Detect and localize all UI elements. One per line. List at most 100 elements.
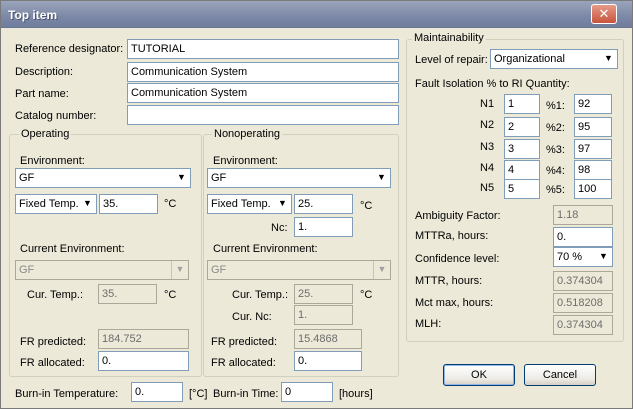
operating-group-title: Operating — [19, 128, 72, 141]
ambiguity-factor-label: Ambiguity Factor: — [415, 210, 501, 222]
operating-temp-mode-select[interactable]: Fixed Temp. ▼ — [15, 194, 97, 214]
n5-label: N5 — [480, 182, 495, 194]
n5-field[interactable]: 5 — [504, 179, 540, 199]
part-name-field[interactable]: Communication System — [127, 83, 399, 103]
nonoperating-fr-predicted-label: FR predicted: — [211, 336, 278, 348]
nonoperating-environment-select[interactable]: GF ▼ — [207, 168, 391, 188]
n3-field[interactable]: 3 — [504, 139, 540, 159]
reference-designator-field[interactable]: TUTORIAL — [127, 39, 399, 59]
level-of-repair-label: Level of repair: — [415, 54, 488, 66]
burnin-temperature-field[interactable]: 0. — [131, 382, 183, 402]
operating-temp-field[interactable]: 35. — [99, 194, 158, 214]
nonoperating-nc-label: Nc: — [271, 222, 288, 234]
cancel-button[interactable]: Cancel — [524, 364, 596, 386]
pct3-field[interactable]: 97 — [574, 139, 612, 159]
n1-label: N1 — [480, 98, 495, 110]
operating-current-environment-label: Current Environment: — [20, 243, 125, 255]
burnin-time-field[interactable]: 0 — [281, 382, 333, 402]
pct5-field[interactable]: 100 — [574, 179, 612, 199]
nonoperating-cur-temp-field: 25. — [294, 284, 353, 304]
confidence-level-select[interactable]: 70 % ▼ — [553, 247, 613, 267]
part-name-label: Part name: — [15, 88, 69, 100]
operating-environment-value: GF — [19, 172, 35, 184]
nonoperating-group-title: Nonoperating — [212, 128, 283, 141]
mct-max-label: Mct max, hours: — [415, 297, 494, 309]
chevron-down-icon: ▼ — [83, 198, 92, 208]
nonoperating-environment-value: GF — [211, 172, 227, 184]
chevron-down-icon: ▼ — [278, 198, 287, 208]
maintainability-group-title: Maintainability — [412, 32, 486, 45]
close-button[interactable]: ✕ — [591, 4, 617, 24]
ok-button[interactable]: OK — [443, 364, 515, 386]
pct1-label: %1: — [546, 100, 565, 112]
burnin-temperature-unit: [°C] — [189, 388, 208, 400]
mct-max-field: 0.518208 — [553, 293, 613, 313]
nonoperating-fr-predicted-field: 15.4868 — [294, 329, 362, 349]
mlh-field: 0.374304 — [553, 315, 613, 335]
nonoperating-current-environment-value: GF — [211, 264, 227, 276]
nonoperating-fr-allocated-field[interactable]: 0. — [294, 351, 362, 371]
nonoperating-temp-mode-value: Fixed Temp. — [211, 198, 271, 210]
pct1-field[interactable]: 92 — [574, 94, 612, 114]
pct4-field[interactable]: 98 — [574, 160, 612, 180]
nonoperating-current-environment-select: GF ▼ — [207, 260, 391, 280]
level-of-repair-select[interactable]: Organizational ▼ — [490, 49, 618, 69]
chevron-down-icon: ▼ — [377, 172, 386, 182]
chevron-down-icon: ▼ — [604, 53, 613, 63]
pct5-label: %5: — [546, 184, 565, 196]
nonoperating-temp-mode-select[interactable]: Fixed Temp. ▼ — [207, 194, 292, 214]
burnin-time-label: Burn-in Time: — [213, 388, 279, 400]
operating-temp-mode-value: Fixed Temp. — [19, 198, 79, 210]
confidence-level-value: 70 % — [557, 251, 583, 263]
nonoperating-fr-allocated-label: FR allocated: — [211, 357, 276, 369]
pct3-label: %3: — [546, 144, 565, 156]
operating-temp-unit: °C — [164, 198, 177, 210]
catalog-number-label: Catalog number: — [15, 110, 97, 122]
operating-fr-predicted-field: 184.752 — [98, 329, 189, 349]
mlh-label: MLH: — [415, 318, 442, 330]
n3-label: N3 — [480, 141, 495, 153]
operating-fr-predicted-label: FR predicted: — [20, 336, 87, 348]
ambiguity-factor-field: 1.18 — [553, 205, 613, 225]
operating-fr-allocated-label: FR allocated: — [20, 357, 85, 369]
nonoperating-temp-field[interactable]: 25. — [294, 194, 353, 214]
operating-cur-temp-label: Cur. Temp.: — [27, 289, 84, 301]
n1-field[interactable]: 1 — [504, 94, 540, 114]
operating-current-environment-value: GF — [19, 264, 35, 276]
dialog-window: Top item ✕ Reference designator: TUTORIA… — [0, 0, 633, 409]
nonoperating-cur-nc-label: Cur. Nc: — [232, 311, 272, 323]
close-icon: ✕ — [598, 6, 610, 21]
n4-label: N4 — [480, 162, 495, 174]
operating-environment-label: Environment: — [20, 155, 85, 167]
mttra-label: MTTRa, hours: — [415, 230, 489, 242]
window-title: Top item — [8, 8, 58, 22]
operating-cur-temp-field: 35. — [98, 284, 157, 304]
burnin-time-unit: [hours] — [339, 388, 373, 400]
n4-field[interactable]: 4 — [504, 160, 540, 180]
n2-label: N2 — [480, 119, 495, 131]
chevron-down-icon: ▼ — [177, 172, 186, 182]
n2-field[interactable]: 2 — [504, 117, 540, 137]
operating-cur-temp-unit: °C — [164, 289, 177, 301]
pct2-label: %2: — [546, 122, 565, 134]
mttra-field[interactable]: 0. — [553, 227, 613, 247]
pct2-field[interactable]: 95 — [574, 117, 612, 137]
description-label: Description: — [15, 66, 74, 78]
operating-environment-select[interactable]: GF ▼ — [15, 168, 191, 188]
nonoperating-cur-nc-field: 1. — [294, 305, 353, 325]
title-bar[interactable]: Top item ✕ — [1, 1, 632, 28]
reference-designator-label: Reference designator: — [15, 43, 124, 55]
nonoperating-nc-field[interactable]: 1. — [294, 217, 353, 237]
nonoperating-temp-unit: °C — [360, 200, 373, 212]
chevron-down-icon: ▼ — [171, 261, 188, 279]
level-of-repair-value: Organizational — [494, 53, 565, 65]
burnin-temperature-label: Burn-in Temperature: — [15, 388, 119, 400]
nonoperating-cur-temp-unit: °C — [360, 289, 373, 301]
mttr-field: 0.374304 — [553, 271, 613, 291]
fault-isolation-label: Fault Isolation % to RI Quantity: — [415, 78, 570, 90]
operating-current-environment-select: GF ▼ — [15, 260, 189, 280]
operating-fr-allocated-field[interactable]: 0. — [98, 351, 189, 371]
catalog-number-field[interactable] — [127, 105, 399, 125]
description-field[interactable]: Communication System — [127, 62, 399, 82]
mttr-label: MTTR, hours: — [415, 275, 483, 287]
